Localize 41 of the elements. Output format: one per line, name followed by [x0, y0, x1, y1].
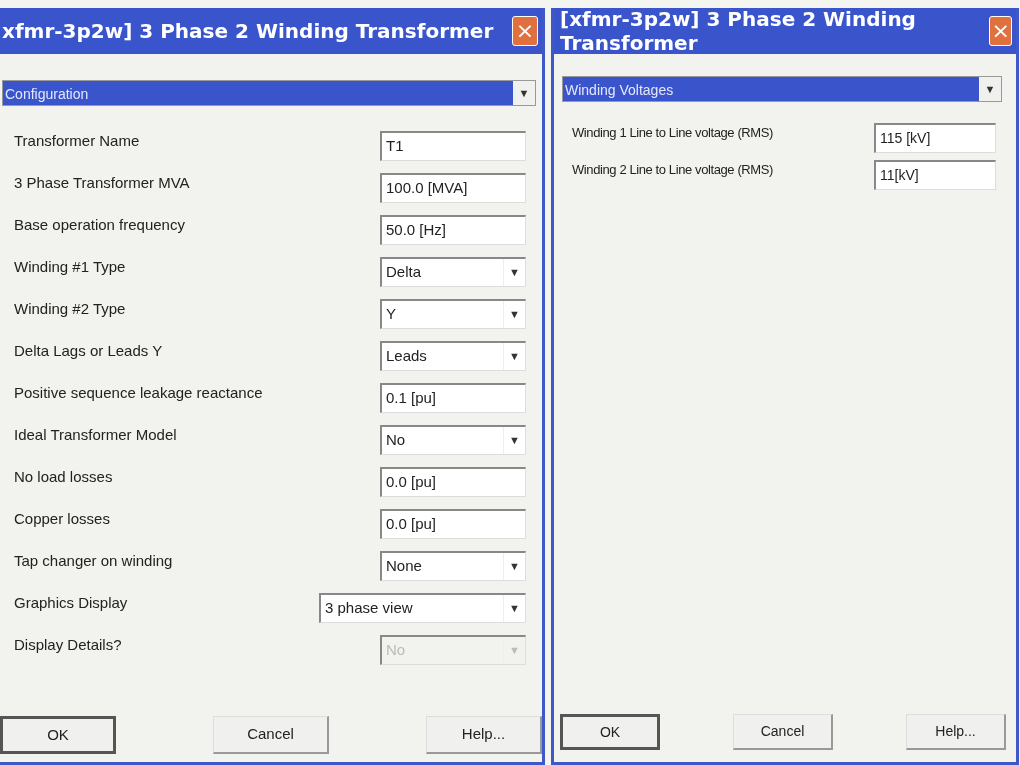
- section-dropdown[interactable]: Configuration ▼: [2, 80, 536, 106]
- dialog-button[interactable]: Cancel: [733, 714, 833, 750]
- section-dropdown-value: Configuration: [3, 81, 513, 105]
- field-label: Transformer Name: [14, 130, 140, 151]
- dropdown-field[interactable]: None ▼: [380, 551, 526, 581]
- field-label: Base operation frequency: [14, 214, 185, 235]
- dropdown-field[interactable]: Delta ▼: [380, 257, 526, 287]
- input-field[interactable]: 100.0 [MVA]: [380, 173, 526, 203]
- section-dropdown[interactable]: Winding Voltages ▼: [562, 76, 1002, 102]
- dropdown-field[interactable]: Y ▼: [380, 299, 526, 329]
- dialog-button[interactable]: OK: [0, 716, 116, 754]
- dropdown-field[interactable]: Leads ▼: [380, 341, 526, 371]
- input-field[interactable]: 50.0 [Hz]: [380, 215, 526, 245]
- input-field[interactable]: 115 [kV]: [874, 122, 996, 153]
- field-label: Winding 1 Line to Line voltage (RMS): [572, 123, 773, 142]
- field-label: Winding #2 Type: [14, 298, 126, 319]
- dialog-button[interactable]: Help...: [426, 716, 542, 754]
- input-field[interactable]: 0.1 [pu]: [380, 383, 526, 413]
- field-label: Copper losses: [14, 508, 110, 529]
- input-field[interactable]: 11[kV]: [874, 159, 996, 190]
- field-label: Winding #1 Type: [14, 256, 126, 277]
- dialog-button[interactable]: OK: [560, 714, 660, 750]
- field-label: Graphics Display: [14, 592, 128, 613]
- field-label: 3 Phase Transformer MVA: [14, 172, 190, 193]
- field-label: Display Details?: [14, 634, 122, 655]
- dialog-button[interactable]: Help...: [906, 714, 1006, 750]
- field-label: No load losses: [14, 466, 113, 487]
- input-field[interactable]: T1: [380, 131, 526, 161]
- field-label: Ideal Transformer Model: [14, 424, 177, 445]
- field-label: Tap changer on winding: [14, 550, 173, 571]
- input-field[interactable]: 0.0 [pu]: [380, 467, 526, 497]
- field-label: Positive sequence leakage reactance: [14, 382, 263, 403]
- input-field[interactable]: 0.0 [pu]: [380, 509, 526, 539]
- dialog-button[interactable]: Cancel: [213, 716, 329, 754]
- dropdown-field[interactable]: 3 phase view ▼: [319, 593, 526, 623]
- dropdown-field[interactable]: No ▼: [380, 425, 526, 455]
- window-title: [xfmr-3p2w] 3 Phase 2 Winding Transformer: [560, 7, 917, 55]
- field-label: Delta Lags or Leads Y: [14, 340, 163, 361]
- field-label: Winding 2 Line to Line voltage (RMS): [572, 160, 773, 179]
- section-dropdown-value: Winding Voltages: [563, 77, 979, 101]
- window-title: xfmr-3p2w] 3 Phase 2 Winding Transformer: [2, 19, 494, 43]
